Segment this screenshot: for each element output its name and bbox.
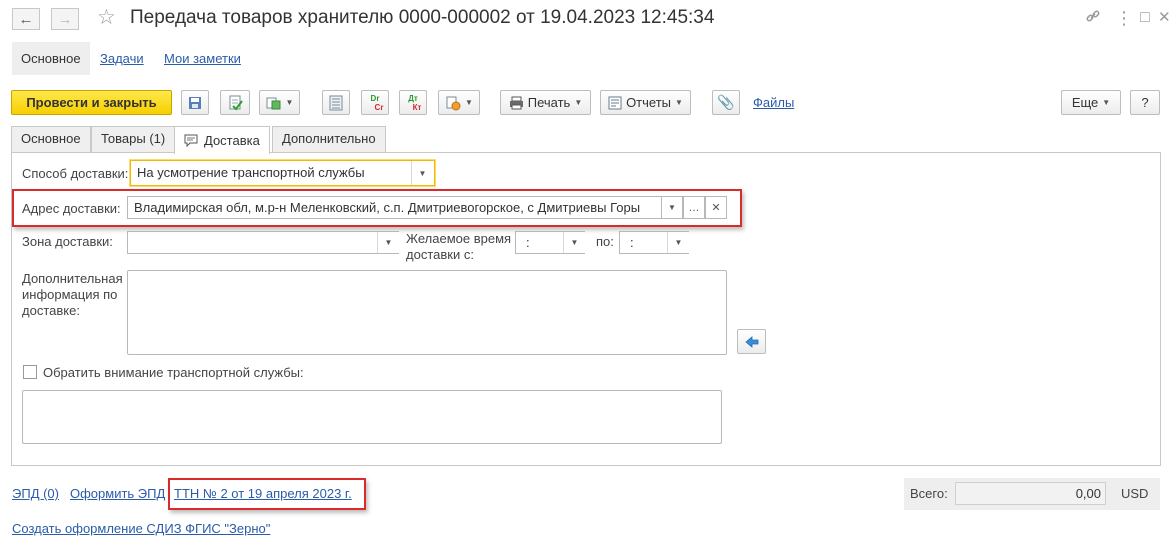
dr-label: Dr (370, 93, 380, 103)
tab-goods[interactable]: Товары (1) (91, 126, 176, 152)
save-icon (189, 96, 201, 109)
document-list-button[interactable] (322, 90, 350, 115)
arrow-left-icon (744, 335, 758, 348)
delivery-address-label: Адрес доставки: (22, 201, 121, 216)
chevron-down-icon: ▼ (1102, 98, 1111, 107)
make-epd-link[interactable]: Оформить ЭПД (70, 486, 165, 501)
chevron-down-icon: ▼ (675, 98, 683, 107)
more-label: Еще (1071, 95, 1099, 110)
dt-label: Дт (408, 93, 418, 103)
list-icon (329, 95, 343, 110)
delivery-zone-label: Зона доставки: (22, 234, 113, 249)
delivery-zone-dropdown-button[interactable]: ▼ (377, 232, 399, 253)
total-value-field: 0,00 (955, 482, 1106, 505)
star-icon[interactable]: ☆ (97, 6, 116, 30)
delivery-method-dropdown-button[interactable]: ▼ (411, 161, 433, 185)
delivery-address-select-button[interactable]: … (683, 196, 705, 219)
sdiz-link[interactable]: Создать оформление СДИЗ ФГИС "Зерно" (12, 521, 270, 536)
more-button[interactable]: Еще ▼ (1061, 90, 1121, 115)
chevron-down-icon: ▼ (418, 168, 427, 178)
printer-icon (509, 96, 523, 109)
delivery-zone-input[interactable] (127, 231, 399, 254)
help-label: ? (1141, 95, 1149, 110)
files-link[interactable]: Файлы (753, 95, 794, 110)
currency-label: USD (1121, 486, 1149, 501)
tab-additional[interactable]: Дополнительно (272, 126, 386, 152)
kt-label: Кт (412, 102, 422, 112)
create-based-on-icon (266, 97, 281, 109)
related-documents-icon (446, 96, 461, 110)
section-tab-main[interactable]: Основное (12, 42, 90, 75)
help-button[interactable]: ? (1130, 90, 1160, 115)
extra-info-textarea[interactable] (127, 270, 727, 355)
chevron-down-icon: ▼ (674, 238, 683, 247)
chevron-down-icon: ▼ (465, 98, 473, 107)
attach-button[interactable]: 📎 (712, 90, 740, 115)
clear-icon: ✕ (711, 202, 721, 214)
epd-link[interactable]: ЭПД (0) (12, 486, 59, 501)
close-icon[interactable]: ✕ (1158, 8, 1171, 28)
post-and-close-label: Провести и закрыть (26, 95, 157, 110)
extra-info-label: Дополнительная информация по доставке: (22, 271, 123, 318)
reports-button[interactable]: Отчеты ▼ (600, 90, 691, 115)
delivery-time-from-dropdown-button[interactable]: ▼ (563, 232, 585, 253)
delivery-address-clear-button[interactable]: ✕ (705, 196, 727, 219)
delivery-address-input[interactable]: Владимирская обл, м.р-н Меленковский, с.… (127, 196, 662, 219)
section-tab-tasks[interactable]: Задачи (100, 42, 144, 75)
delivery-address-dropdown-button[interactable]: ▼ (661, 196, 683, 219)
dt-kt-button[interactable]: Дт Кт (399, 90, 427, 115)
save-button[interactable] (181, 90, 209, 115)
paperclip-icon: 📎 (717, 94, 735, 110)
print-label: Печать (527, 95, 571, 110)
ttn-link[interactable]: ТТН № 2 от 19 апреля 2023 г. (174, 486, 352, 501)
total-value: 0,00 (1075, 486, 1101, 501)
chevron-down-icon: ▼ (574, 98, 583, 107)
back-button[interactable]: ← (12, 8, 40, 30)
arrow-right-icon: → (57, 10, 73, 28)
total-label: Всего: (910, 486, 948, 501)
delivery-method-select[interactable]: На усмотрение транспортной службы (130, 160, 435, 186)
ellipsis-icon: … (688, 201, 700, 214)
chevron-down-icon: ▼ (668, 203, 676, 212)
delivery-time-from-label: Желаемое время доставки с: (406, 231, 512, 262)
tab-delivery[interactable]: Доставка (174, 126, 270, 154)
attention-checkbox[interactable] (23, 365, 37, 379)
dr-cr-button[interactable]: Dr Cr (361, 90, 389, 115)
delivery-time-to-value: : (630, 235, 634, 250)
chevron-down-icon: ▼ (384, 238, 393, 247)
delivery-time-to-label: по: (596, 234, 614, 249)
delivery-address-value: Владимирская обл, м.р-н Меленковский, с.… (134, 200, 641, 215)
delivery-time-from-value: : (526, 235, 530, 250)
maximize-icon[interactable]: □ (1140, 8, 1150, 28)
reports-label: Отчеты (626, 95, 671, 110)
chevron-down-icon: ▼ (285, 98, 294, 107)
related-documents-button[interactable]: ▼ (438, 90, 480, 115)
create-based-on-button[interactable]: ▼ (259, 90, 300, 115)
report-icon (608, 96, 622, 109)
delivery-method-label: Способ доставки: (22, 166, 129, 181)
arrow-left-icon: ← (18, 10, 34, 28)
window-title: Передача товаров хранителю 0000-000002 о… (130, 7, 715, 28)
insert-address-button[interactable] (737, 329, 766, 354)
attention-label: Обратить внимание транспортной службы: (43, 365, 304, 380)
attention-textarea[interactable] (22, 390, 722, 444)
cr-label: Cr (374, 102, 384, 112)
chevron-down-icon: ▼ (570, 238, 579, 247)
post-button[interactable] (220, 90, 250, 115)
forward-button[interactable]: → (51, 8, 79, 30)
post-and-close-button[interactable]: Провести и закрыть (11, 90, 172, 115)
more-vertical-icon[interactable]: ⋮ (1115, 8, 1133, 28)
print-button[interactable]: Печать ▼ (500, 90, 591, 115)
tab-main[interactable]: Основное (11, 126, 91, 152)
post-document-icon (229, 95, 243, 111)
delivery-time-to-dropdown-button[interactable]: ▼ (667, 232, 689, 253)
section-tab-notes[interactable]: Мои заметки (164, 42, 241, 75)
comment-icon (184, 134, 198, 147)
delivery-method-value: На усмотрение транспортной службы (137, 165, 365, 180)
link-icon[interactable] (1085, 8, 1101, 30)
tab-delivery-label: Доставка (204, 132, 260, 148)
